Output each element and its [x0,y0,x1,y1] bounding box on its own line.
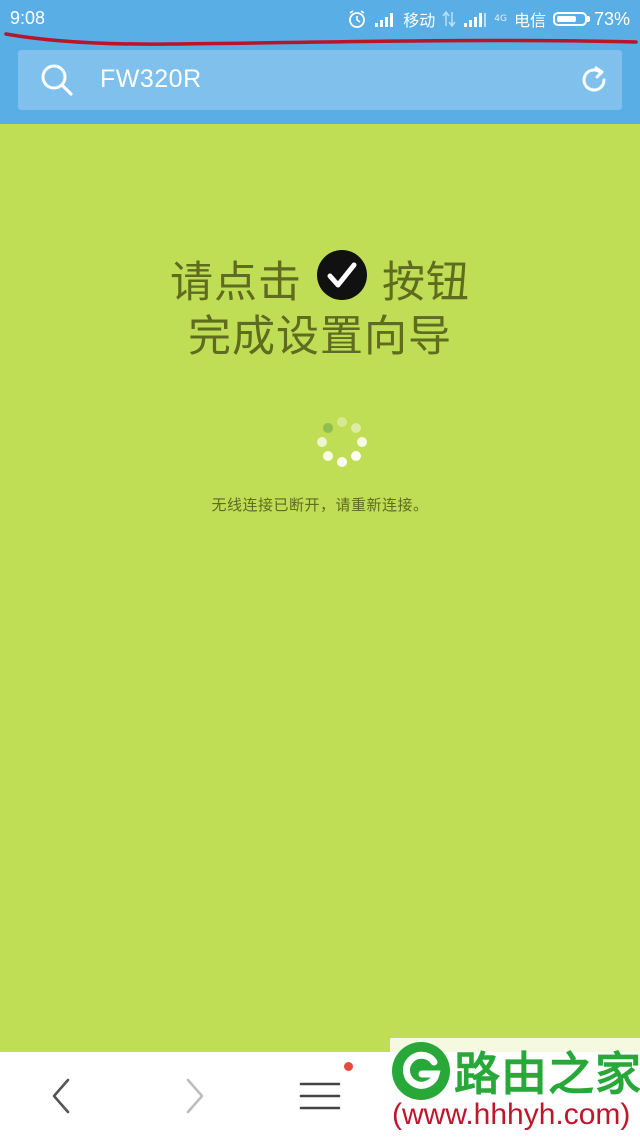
chevron-right-icon[interactable] [172,1074,216,1118]
loading-spinner-icon [317,417,367,467]
battery-icon [552,12,590,26]
address-bar[interactable]: FW320R [18,50,622,110]
signal-icon [464,13,487,27]
page-content: 请点击 按钮 完成设置向导 无线连接已断开，请重新连接。 [0,124,640,1052]
check-circle-icon [317,250,367,300]
instruction-suffix: 按钮 [382,258,470,308]
watermark-logo-icon [392,1042,450,1100]
alarm-icon [349,10,366,28]
watermark-name: 路由之家 [454,1047,640,1101]
search-icon[interactable] [40,63,74,97]
refresh-icon[interactable] [578,64,610,96]
instruction-line-1: 请点击 按钮 [0,248,640,310]
notification-dot [344,1062,353,1071]
menu-icon[interactable] [298,1074,342,1118]
signal-icon [375,13,394,27]
carrier-1-label: 移动 [403,11,436,30]
disconnect-notice: 无线连接已断开，请重新连接。 [211,496,429,514]
instruction-line-2: 完成设置向导 [188,312,452,362]
watermark-url: (www.hhhyh.com) [392,1098,631,1131]
watermark: 路由之家 (www.hhhyh.com) [390,1038,640,1138]
battery-percent: 73% [593,8,630,29]
status-indicators: 移动 4G 电信 73% [347,7,630,31]
status-bar: 9:08 移动 4G 电信 73% [0,0,640,38]
instruction-prefix: 请点击 [170,258,302,308]
chevron-left-icon[interactable] [40,1074,84,1118]
network-type-label: 4G [494,13,507,24]
data-arrows-icon [442,10,456,28]
carrier-2-label: 电信 [513,11,546,30]
url-field[interactable]: FW320R [100,65,202,94]
status-time: 9:08 [10,8,46,28]
